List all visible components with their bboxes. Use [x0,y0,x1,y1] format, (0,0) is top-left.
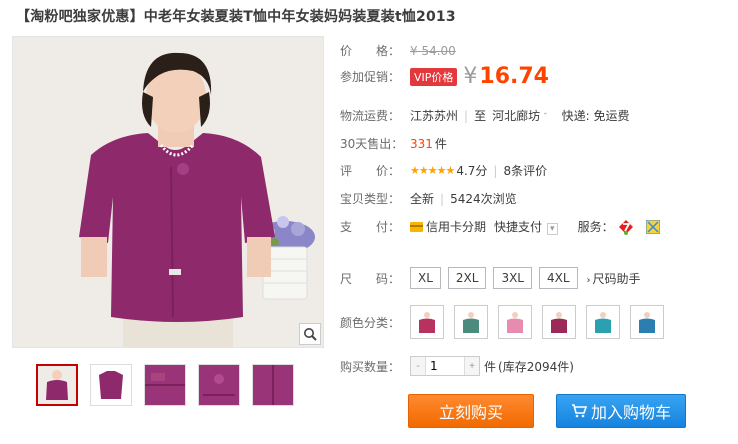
ship-to: 河北廊坊 [492,109,541,123]
color-swatch-3[interactable] [498,305,532,339]
price-row: 价 格： ¥ 54.00 [340,42,456,59]
size-label: 尺 码： [340,271,401,286]
add-to-cart-button[interactable]: 加入购物车 [556,394,686,428]
chevron-down-icon: ˇ [543,113,548,123]
increase-button[interactable]: + [465,357,479,375]
payment-label: 支 付： [340,220,401,234]
credit-installment[interactable]: 信用卡分期 [410,218,486,235]
size-option-xl[interactable]: XL [410,267,441,289]
color-swatch-5[interactable] [586,305,620,339]
sales-row: 30天售出： 331 件 [340,135,447,152]
shipping-row: 物流运费： 江苏苏州 | 至 河北廊坊 ˇ 快递: 免运费 [340,107,630,124]
shopping-cart-icon [571,404,587,418]
size-option-3xl[interactable]: 3XL [493,267,532,289]
currency-symbol: ¥ [463,64,478,89]
chevron-down-icon: ▾ [547,223,558,235]
service-label: 服务： [577,220,614,234]
thumbnail-5[interactable] [252,364,294,406]
seven-day-return-icon[interactable] [618,219,634,235]
color-swatch-2[interactable] [454,305,488,339]
thumbnail-strip [36,364,294,406]
rating-stars-icon: ★★★★★ [410,164,455,177]
magnifier-icon [304,328,317,341]
reviews-link[interactable]: 8条评价 [503,162,547,179]
color-row: 颜色分类： [340,305,674,339]
current-price: 16.74 [479,64,549,89]
stock-count: (库存2094件) [498,359,574,374]
color-label: 颜色分类： [340,315,401,330]
original-price: ¥ 54.00 [410,43,456,58]
size-option-2xl[interactable]: 2XL [447,267,487,289]
ship-to-dropdown[interactable]: 河北廊坊 ˇ [492,107,548,124]
color-options [410,305,674,339]
item-type-row: 宝贝类型： 全新 | 5424次浏览 [340,191,517,207]
color-swatch-6[interactable] [630,305,664,339]
shipping-label: 物流运费： [340,109,401,123]
view-count: 5424次浏览 [450,192,517,206]
model-photo [13,37,323,347]
sales-unit: 件 [434,137,447,151]
chevron-right-icon: › [586,274,591,286]
quantity-row: 购买数量： - + 件 (库存2094件) [340,356,574,376]
thumbnail-3[interactable] [144,364,186,406]
quantity-label: 购买数量： [340,359,401,374]
ship-from: 江苏苏州 [410,109,459,123]
thumbnail-1[interactable] [36,364,78,406]
main-product-image[interactable] [12,36,324,348]
color-swatch-4[interactable] [542,305,576,339]
thumbnail-2[interactable] [90,364,132,406]
price-label: 价 格： [340,44,401,58]
sales-label: 30天售出： [340,137,404,151]
buy-now-button[interactable]: 立刻购买 [408,394,534,428]
item-type-label: 宝贝类型： [340,192,401,206]
payment-row: 支 付： 信用卡分期 快捷支付 ▾ 服务： [340,218,660,235]
thumbnail-4[interactable] [198,364,240,406]
rating-row: 评 价： ★★★★★ 4.7分 | 8条评价 [340,162,548,179]
promo-row: 参加促销： VIP价格 ¥ 16.74 [340,64,549,89]
promo-label: 参加促销： [340,70,401,84]
vip-price-badge: VIP价格 [410,67,458,86]
ship-to-prefix: 至 [474,109,487,123]
size-option-4xl[interactable]: 4XL [539,267,578,289]
size-row: 尺 码： XL 2XL 3XL 4XL › 尺码助手 [340,267,641,289]
quantity-unit: 件 [484,359,497,374]
quick-pay[interactable]: 快捷支付 ▾ [494,218,558,235]
sales-count: 331 [410,136,433,151]
quantity-stepper: - + [410,356,480,376]
zoom-button[interactable] [299,323,321,345]
product-info-panel: 价 格： ¥ 54.00 参加促销： VIP价格 ¥ 16.74 物流运费： 江… [340,0,738,444]
item-condition: 全新 [410,192,435,206]
rating-score: 4.7分 [456,164,488,178]
size-helper-link[interactable]: › 尺码助手 [587,270,641,287]
credit-card-icon [410,221,423,232]
express-fee: 快递: 免运费 [561,109,630,123]
rating-label: 评 价： [340,164,401,178]
color-swatch-1[interactable] [410,305,444,339]
decrease-button[interactable]: - [411,357,425,375]
quantity-input[interactable] [425,357,465,375]
guarantee-icon[interactable] [645,219,660,234]
